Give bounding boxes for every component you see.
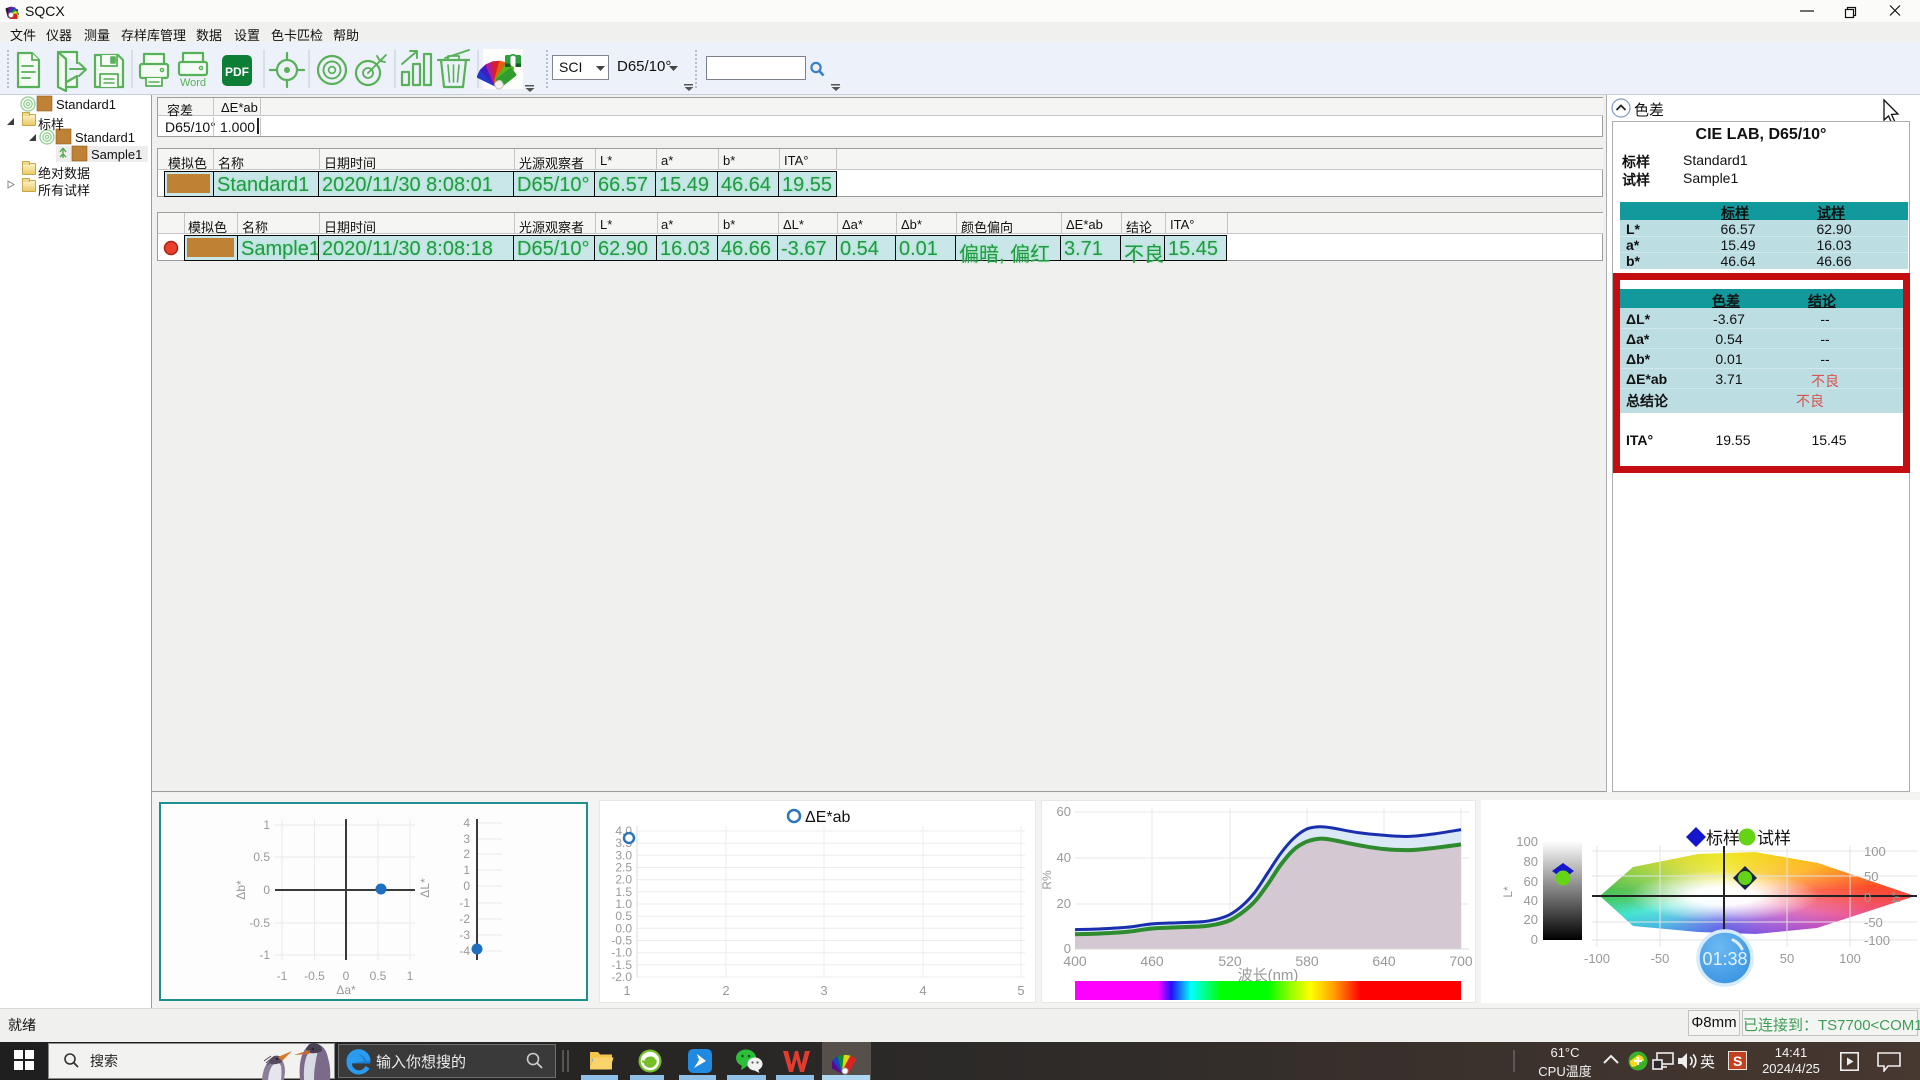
svg-text:50: 50 xyxy=(1780,951,1794,966)
svg-text:-50: -50 xyxy=(1864,915,1883,930)
svg-text:-100: -100 xyxy=(1864,933,1890,948)
svg-text:80: 80 xyxy=(1524,854,1538,869)
svg-text:640: 640 xyxy=(1372,953,1396,969)
svg-text:460: 460 xyxy=(1140,953,1164,969)
svg-text:b*: b* xyxy=(1889,891,1903,903)
svg-text:-2: -2 xyxy=(459,912,470,926)
svg-text:-4: -4 xyxy=(459,944,470,958)
svg-text:PDF: PDF xyxy=(225,65,249,79)
svg-text:-50: -50 xyxy=(1651,951,1670,966)
svg-text:Word: Word xyxy=(180,77,206,89)
svg-text:-100: -100 xyxy=(1584,951,1610,966)
svg-text:50: 50 xyxy=(1864,869,1878,884)
svg-text:0: 0 xyxy=(1864,890,1871,905)
svg-text:标样: 标样 xyxy=(1706,829,1740,848)
svg-text:2: 2 xyxy=(463,847,470,861)
svg-text:-3: -3 xyxy=(459,928,470,942)
svg-text:-1: -1 xyxy=(459,896,470,910)
svg-text:0.5: 0.5 xyxy=(370,969,387,983)
svg-text:-1: -1 xyxy=(277,969,288,983)
svg-text:3: 3 xyxy=(463,832,470,846)
svg-text:1: 1 xyxy=(623,983,630,998)
svg-text:-0.5: -0.5 xyxy=(304,969,325,983)
svg-text:0: 0 xyxy=(1531,932,1538,947)
svg-text:400: 400 xyxy=(1063,953,1087,969)
svg-text:40: 40 xyxy=(1524,893,1538,908)
svg-text:L*: L* xyxy=(1501,886,1515,898)
svg-text:580: 580 xyxy=(1295,953,1319,969)
svg-text:100: 100 xyxy=(1516,834,1538,849)
svg-text:100: 100 xyxy=(1839,951,1861,966)
svg-text:1: 1 xyxy=(463,863,470,877)
svg-text:1: 1 xyxy=(263,818,270,832)
svg-text:0: 0 xyxy=(343,969,350,983)
svg-text:-1: -1 xyxy=(259,948,270,962)
svg-text:ΔE*ab: ΔE*ab xyxy=(805,809,850,826)
svg-text:试样: 试样 xyxy=(1757,829,1791,848)
svg-text:700: 700 xyxy=(1449,953,1473,969)
svg-text:Δa*: Δa* xyxy=(336,983,356,997)
svg-text:20: 20 xyxy=(1524,912,1538,927)
svg-text:4: 4 xyxy=(463,816,470,830)
svg-text:5: 5 xyxy=(1017,983,1024,998)
svg-text:60: 60 xyxy=(1524,874,1538,889)
svg-text:20: 20 xyxy=(1057,896,1071,911)
svg-text:100: 100 xyxy=(1864,844,1886,859)
svg-text:2: 2 xyxy=(722,983,729,998)
svg-text:-0.5: -0.5 xyxy=(249,916,270,930)
svg-text:R%: R% xyxy=(1041,870,1054,890)
svg-text:40: 40 xyxy=(1057,850,1071,865)
svg-text:3: 3 xyxy=(820,983,827,998)
svg-text:0: 0 xyxy=(463,879,470,893)
svg-text:01:38: 01:38 xyxy=(1702,949,1747,969)
svg-text:Δb*: Δb* xyxy=(234,880,248,900)
svg-text:4: 4 xyxy=(919,983,926,998)
svg-text:60: 60 xyxy=(1057,804,1071,819)
svg-text:-2.0: -2.0 xyxy=(611,970,632,984)
svg-text:0: 0 xyxy=(263,883,270,897)
svg-text:ΔL*: ΔL* xyxy=(418,878,432,898)
svg-text:1: 1 xyxy=(407,969,414,983)
svg-text:0.5: 0.5 xyxy=(253,850,270,864)
